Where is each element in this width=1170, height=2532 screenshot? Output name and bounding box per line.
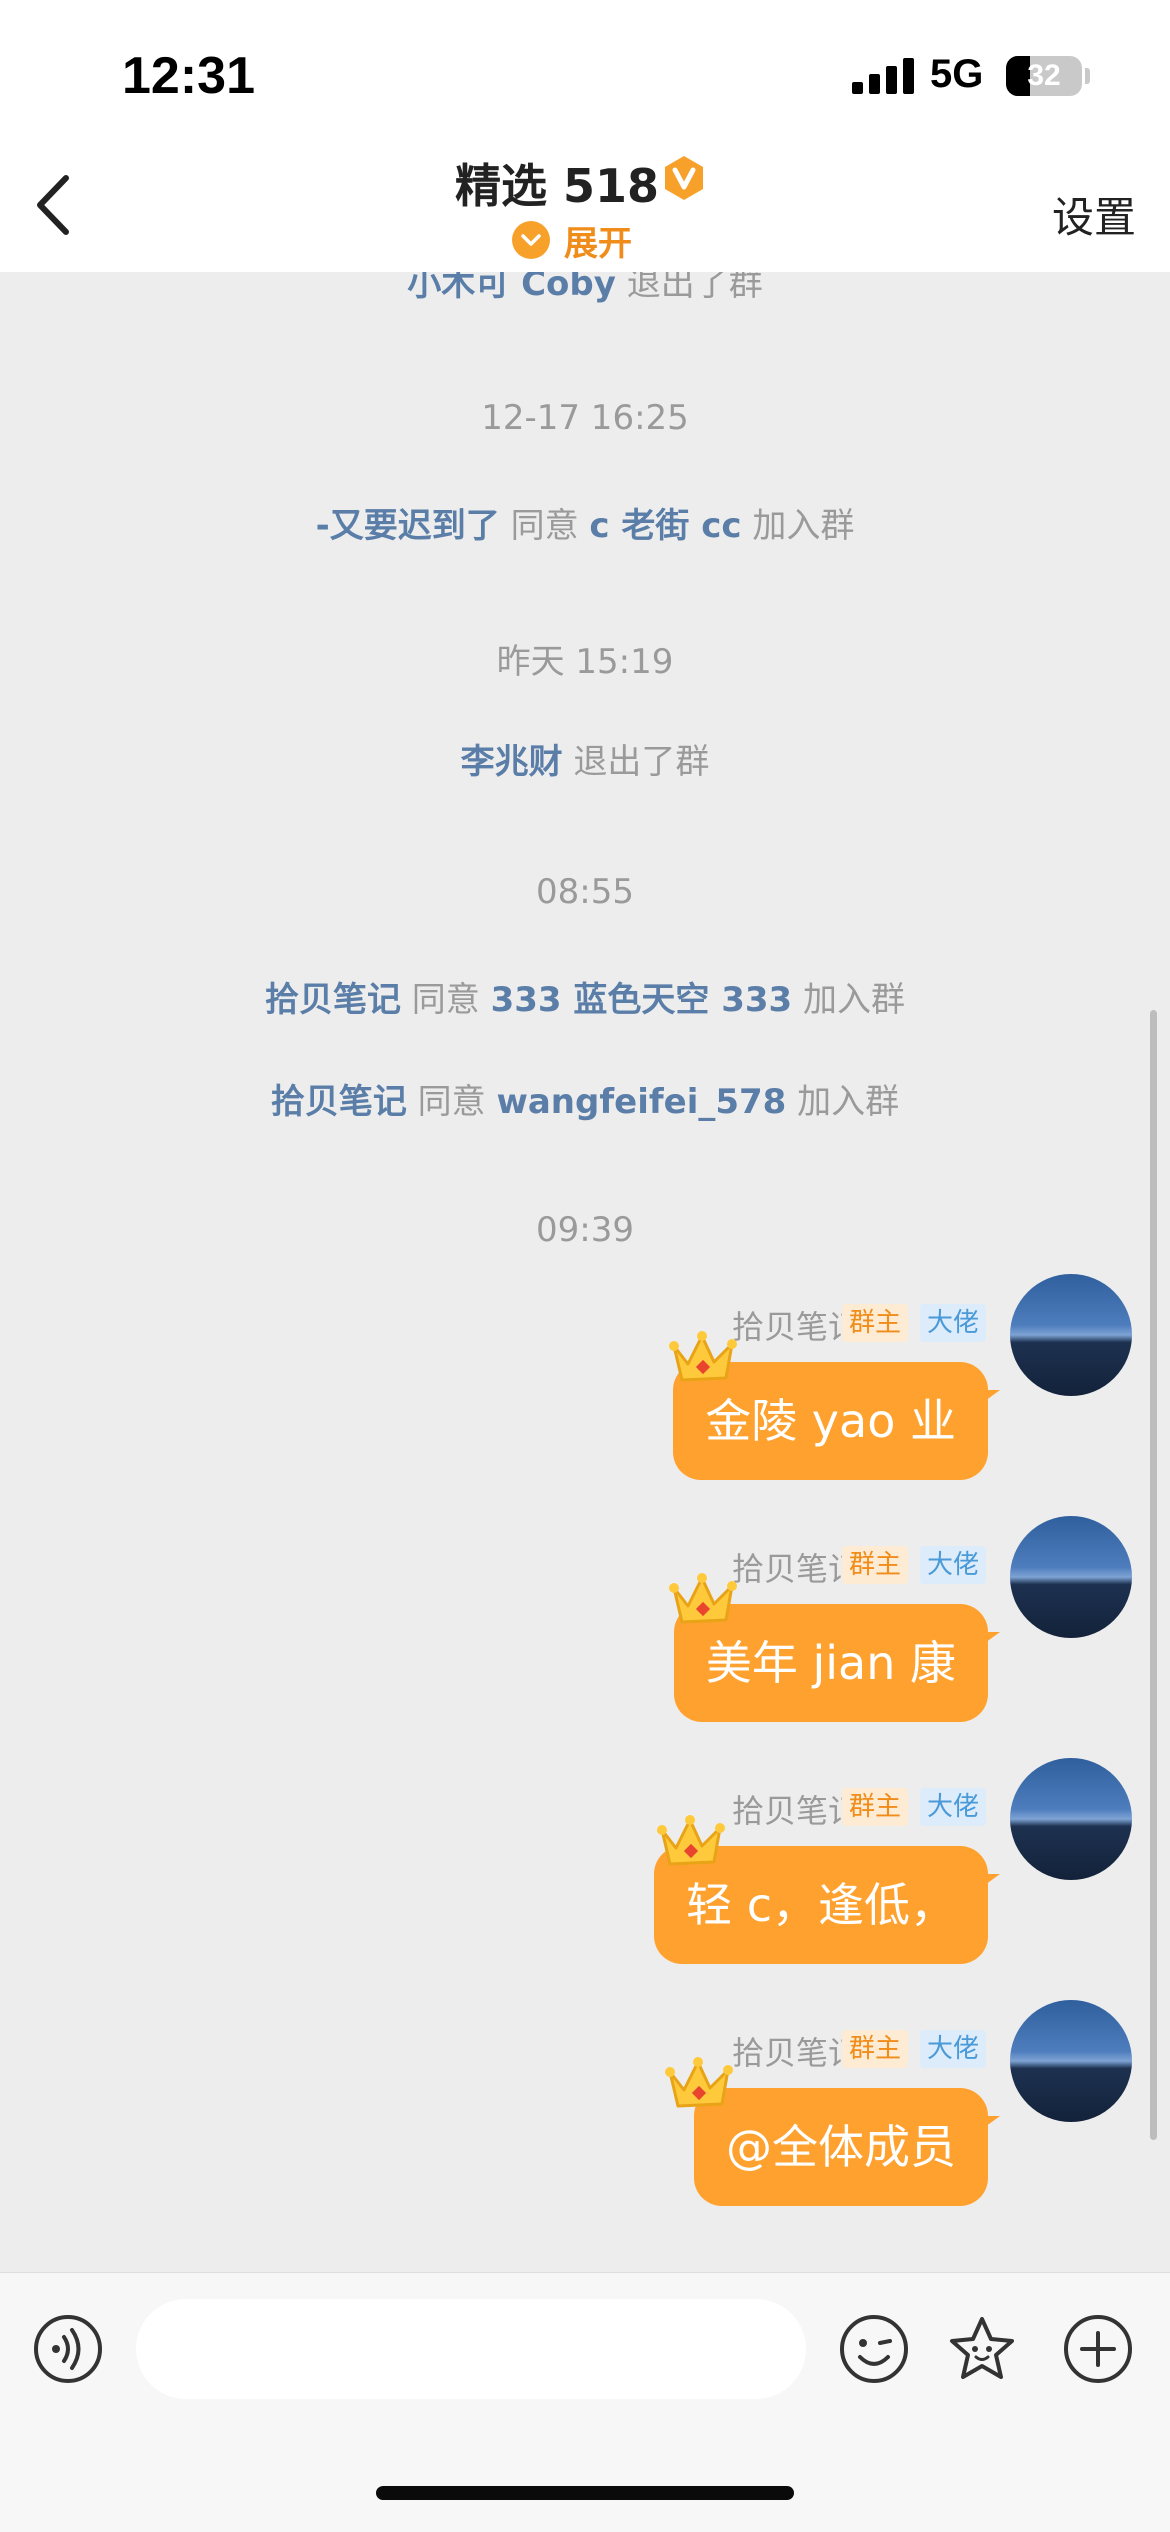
home-indicator[interactable] (376, 2486, 794, 2500)
event-action: 加入群 (803, 980, 906, 1020)
timestamp: 12-17 16:25 (481, 398, 689, 438)
crown-icon (665, 2057, 733, 2108)
back-arrow-icon[interactable] (30, 170, 80, 240)
sticker-icon[interactable] (946, 2313, 1018, 2385)
timestamp: 09:39 (536, 1210, 634, 1250)
system-event: -又要迟到了 同意 c 老街 cc 加入群 (0, 498, 1170, 547)
event-verb: 同意 (417, 1082, 486, 1122)
vip-badge-icon (665, 156, 703, 200)
event-verb: 同意 (411, 980, 480, 1020)
bubble-tail (978, 1390, 1000, 1406)
chat-message: 拾贝笔记 群主 大佬 美年 jian 康 (0, 1516, 1170, 1784)
cellular-signal-icon (852, 58, 914, 94)
network-type: 5G (930, 52, 984, 96)
event-user[interactable]: -又要迟到了 (316, 506, 500, 546)
battery-nub (1085, 68, 1090, 84)
avatar[interactable] (1010, 1516, 1132, 1638)
owner-tag: 群主 (842, 1546, 908, 1584)
event-action: 加入群 (752, 506, 855, 546)
chat-area[interactable]: 小木可 Coby 退出了群 12-17 16:25 -又要迟到了 同意 c 老街… (0, 272, 1170, 2272)
level-tag: 大佬 (920, 1546, 986, 1584)
crown-icon (657, 1815, 725, 1866)
plus-icon[interactable] (1062, 2313, 1134, 2385)
level-tag: 大佬 (920, 2030, 986, 2068)
crown-icon (669, 1573, 737, 1624)
chevron-down-icon (512, 221, 550, 259)
status-bar: 12:31 5G 32 (0, 0, 1170, 140)
system-event: 拾贝笔记 同意 wangfeifei_578 加入群 (0, 1074, 1170, 1123)
status-time: 12:31 (122, 47, 255, 105)
emoji-icon[interactable] (838, 2313, 910, 2385)
owner-tag: 群主 (842, 1788, 908, 1826)
bubble-tail (978, 1632, 1000, 1648)
level-tag: 大佬 (920, 1304, 986, 1342)
crown-icon (669, 1331, 737, 1382)
owner-tag: 群主 (842, 2030, 908, 2068)
timestamp: 08:55 (536, 872, 634, 912)
settings-button[interactable]: 设置 (1052, 184, 1136, 245)
event-action: 加入群 (797, 1082, 900, 1122)
expand-toggle[interactable]: 展开 (512, 218, 632, 264)
bubble-tail (978, 1874, 1000, 1890)
battery-icon: 32 (1006, 56, 1082, 96)
chat-message: 拾贝笔记 群主 大佬 金陵 yao 业 (0, 1274, 1170, 1542)
bubble-tail (978, 2116, 1000, 2132)
chat-message: 拾贝笔记 群主 大佬 @全体成员 (0, 2000, 1170, 2268)
group-title: 精选 518 (455, 159, 660, 213)
voice-icon[interactable] (32, 2313, 104, 2385)
event-user[interactable]: 小木可 Coby (407, 272, 616, 304)
sender-name[interactable]: 拾贝笔记 (732, 1302, 860, 1348)
avatar[interactable] (1010, 2000, 1132, 2122)
owner-tag: 群主 (842, 1304, 908, 1342)
event-user[interactable]: 拾贝笔记 (271, 1082, 407, 1122)
expand-label: 展开 (564, 223, 632, 264)
avatar[interactable] (1010, 1274, 1132, 1396)
message-bubble[interactable]: @全体成员 (694, 2088, 988, 2206)
timestamp: 昨天 15:19 (496, 642, 674, 682)
system-event: 小木可 Coby 退出了群 (0, 272, 1170, 305)
event-action: 退出了群 (626, 272, 763, 304)
chat-message: 拾贝笔记 群主 大佬 轻 c，逢低， (0, 1758, 1170, 2026)
event-target[interactable]: 333 蓝色天空 333 (491, 980, 793, 1020)
sender-name[interactable]: 拾贝笔记 (732, 2028, 860, 2074)
chat-header: 精选 518 展开 设置 (0, 140, 1170, 272)
scrollbar[interactable] (1150, 1010, 1157, 2140)
avatar[interactable] (1010, 1758, 1132, 1880)
event-target[interactable]: c 老街 cc (589, 506, 741, 546)
event-verb: 同意 (510, 506, 579, 546)
message-input[interactable] (136, 2299, 806, 2399)
event-action: 退出了群 (573, 742, 710, 782)
battery-level: 32 (1027, 59, 1061, 92)
sender-name[interactable]: 拾贝笔记 (732, 1544, 860, 1590)
event-user[interactable]: 拾贝笔记 (265, 980, 401, 1020)
event-user[interactable]: 李兆财 (461, 742, 563, 782)
sender-name[interactable]: 拾贝笔记 (732, 1786, 860, 1832)
system-event: 李兆财 退出了群 (0, 734, 1170, 783)
level-tag: 大佬 (920, 1788, 986, 1826)
system-event: 拾贝笔记 同意 333 蓝色天空 333 加入群 (0, 972, 1170, 1021)
event-target[interactable]: wangfeifei_578 (496, 1082, 786, 1122)
